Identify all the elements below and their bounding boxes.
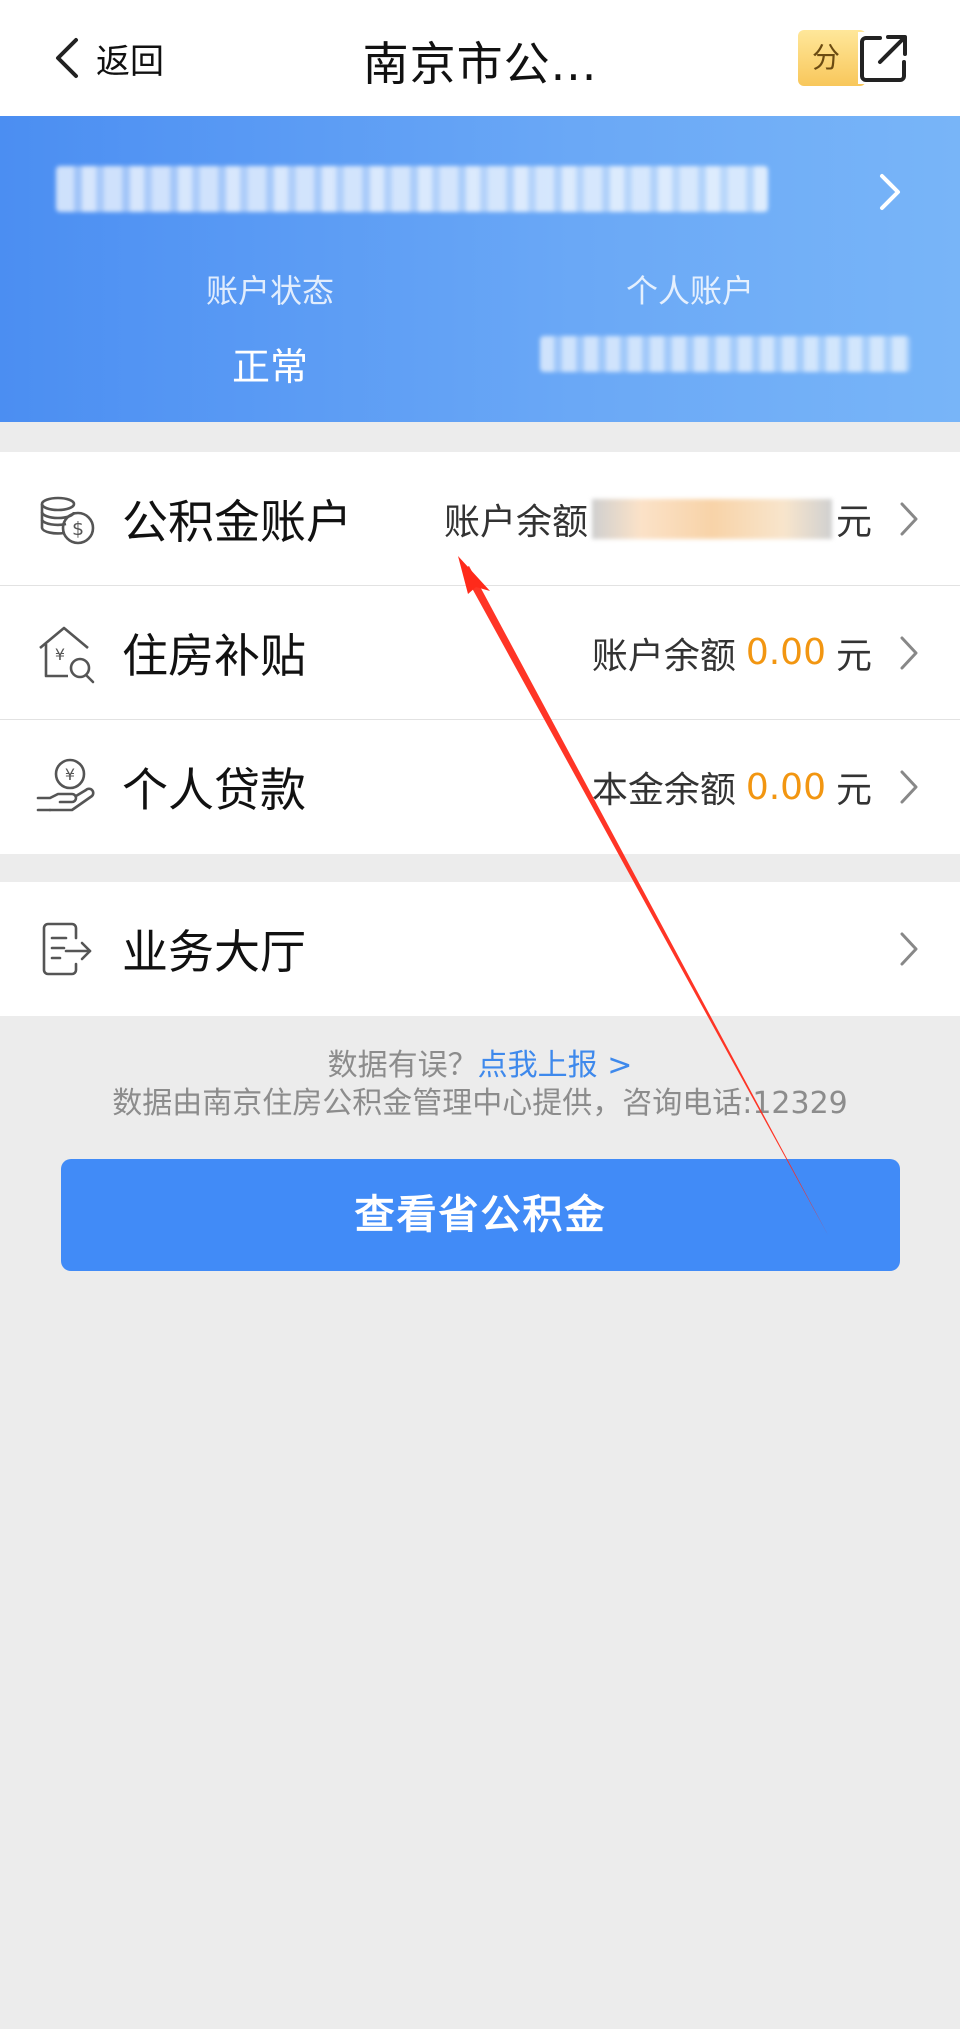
row-title: 个人贷款 (122, 763, 306, 817)
list-item-provident-fund[interactable]: $ 公积金账户 账户余额 元 (0, 452, 960, 586)
hand-yen-icon: ¥ (36, 758, 95, 812)
balance-amount: 0.00 (745, 632, 826, 673)
unit-label: 元 (835, 635, 872, 677)
chevron-right-icon (900, 932, 918, 966)
account-banner: 账户状态 正常 个人账户 (0, 116, 960, 422)
house-search-icon: ¥ (39, 626, 95, 684)
share-button[interactable]: 分享 (798, 28, 918, 88)
row-balance: 账户余额 0.00 元 (592, 627, 872, 679)
account-status-label: 账户状态 (205, 272, 334, 310)
row-title: 业务大厅 (122, 925, 306, 979)
svg-text:$: $ (72, 518, 84, 540)
view-provincial-fund-button[interactable]: 查看省公积金 (61, 1159, 900, 1271)
svg-text:¥: ¥ (65, 765, 75, 784)
data-source-note: 数据由南京住房公积金管理中心提供，咨询电话:12329 (112, 1086, 848, 1121)
row-balance: 账户余额 元 (444, 493, 872, 545)
account-list: $ 公积金账户 账户余额 元 ¥ 住房补贴 账户余额 0.00 元 ¥ 个人贷款… (0, 452, 960, 854)
svg-text:¥: ¥ (55, 645, 65, 664)
share-badge: 分享 (798, 30, 866, 86)
balance-label: 账户余额 (591, 635, 736, 677)
document-export-icon (42, 922, 92, 976)
balance-label: 本金余额 (591, 770, 736, 811)
chevron-right-icon (900, 636, 918, 669)
account-number-redacted (540, 336, 910, 372)
coins-icon: $ (40, 496, 95, 545)
list-item-personal-loan[interactable]: ¥ 个人贷款 本金余额 0.00 元 (0, 720, 960, 854)
unit-label: 元 (835, 501, 872, 543)
chevron-right-icon (900, 770, 918, 804)
chevron-right-icon[interactable] (876, 170, 904, 214)
row-title: 住房补贴 (122, 628, 306, 683)
chevron-right-icon (900, 502, 918, 535)
unit-label: 元 (835, 770, 872, 811)
personal-account: 个人账户 (540, 266, 910, 372)
balance-amount: 0.00 (745, 766, 826, 808)
list-item-business-hall[interactable]: 业务大厅 (0, 882, 960, 1016)
balance-redacted (591, 498, 832, 539)
nav-bar: 返回 南京市公... 分享 (0, 0, 960, 116)
row-title: 公积金账户 (122, 494, 352, 549)
external-link-icon (858, 32, 910, 84)
account-status-value: 正常 (231, 345, 308, 389)
balance-label: 账户余额 (443, 501, 588, 543)
row-balance: 本金余额 0.00 元 (592, 761, 872, 813)
employer-name-redacted (56, 166, 768, 212)
account-status: 账户状态 正常 (140, 266, 400, 391)
personal-account-label: 个人账户 (625, 272, 754, 310)
service-list: 业务大厅 (0, 882, 960, 1016)
list-item-housing-subsidy[interactable]: ¥ 住房补贴 账户余额 0.00 元 (0, 586, 960, 720)
